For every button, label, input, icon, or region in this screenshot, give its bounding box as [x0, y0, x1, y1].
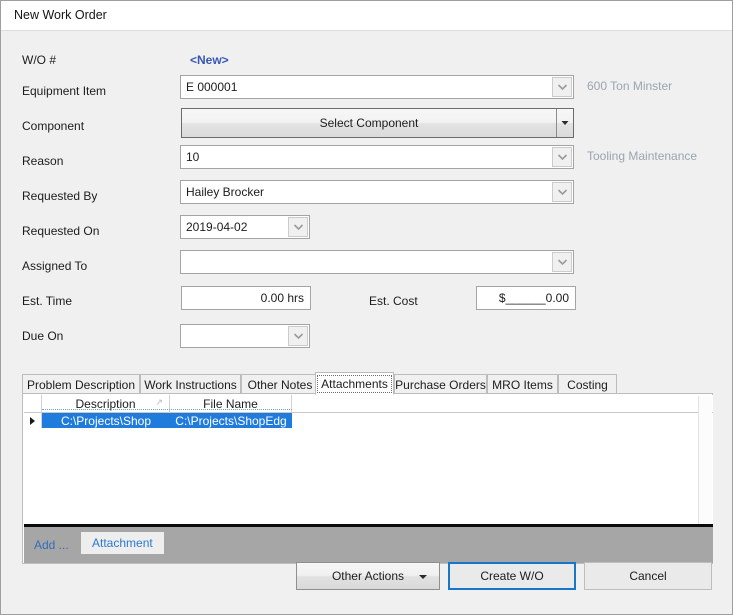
- component-dropdown-arrow-icon[interactable]: [557, 109, 573, 137]
- equipment-item-value: E 000001: [186, 80, 238, 94]
- row-focus-outline: [42, 409, 292, 410]
- tab-label: Attachments: [317, 374, 392, 393]
- cancel-label: Cancel: [629, 569, 667, 583]
- requested-on-datepicker[interactable]: 2019-04-02: [180, 215, 310, 239]
- chevron-down-icon[interactable]: [552, 182, 572, 202]
- column-header-file-name[interactable]: File Name: [170, 395, 292, 413]
- reason-label: Reason: [22, 154, 64, 168]
- chevron-down-icon[interactable]: [552, 77, 572, 97]
- equipment-item-label: Equipment Item: [22, 84, 107, 98]
- assigned-to-combobox[interactable]: [180, 250, 574, 274]
- tab-attachments[interactable]: Attachments: [315, 372, 394, 395]
- attachments-grid-header: Description ↗ File Name: [24, 395, 713, 413]
- window-titlebar: New Work Order: [1, 1, 732, 31]
- grid-corner-header[interactable]: [24, 395, 42, 413]
- chevron-down-icon[interactable]: [288, 217, 308, 237]
- tab-label: MRO Items: [492, 377, 553, 392]
- tab-costing[interactable]: Costing: [558, 374, 617, 394]
- attachments-grid[interactable]: Description ↗ File Name C:\Projects\Shop…: [24, 395, 713, 524]
- select-component-splitbutton[interactable]: Select Component: [181, 108, 574, 138]
- sort-ascending-icon: ↗: [155, 397, 163, 407]
- cell-description[interactable]: C:\Projects\Shop: [42, 413, 170, 428]
- column-header-filler: [292, 395, 713, 413]
- create-wo-label: Create W/O: [480, 569, 544, 583]
- requested-by-combobox[interactable]: Hailey Brocker: [180, 180, 574, 204]
- other-actions-button[interactable]: Other Actions: [296, 562, 440, 590]
- chevron-down-icon[interactable]: [552, 147, 572, 167]
- table-row[interactable]: C:\Projects\Shop C:\Projects\ShopEdg: [24, 413, 713, 428]
- select-component-button[interactable]: Select Component: [182, 109, 556, 137]
- add-link[interactable]: Add ...: [34, 538, 69, 552]
- tab-label: Purchase Orders: [395, 377, 486, 392]
- est-time-value: 0.00 hrs: [260, 291, 304, 305]
- tab-mro-items[interactable]: MRO Items: [487, 374, 558, 394]
- tab-purchase-orders[interactable]: Purchase Orders: [394, 374, 487, 394]
- current-row-arrow-icon: [30, 416, 35, 425]
- equipment-item-combobox[interactable]: E 000001: [180, 75, 574, 99]
- est-cost-input[interactable]: $______0.00: [476, 286, 576, 310]
- due-on-datepicker[interactable]: [180, 324, 310, 348]
- tab-other-notes[interactable]: Other Notes: [241, 374, 319, 394]
- grid-vertical-scrollbar[interactable]: [698, 396, 712, 524]
- other-actions-label: Other Actions: [331, 569, 405, 583]
- column-header-description[interactable]: Description ↗: [42, 395, 170, 413]
- reason-value: 10: [186, 150, 200, 164]
- work-order-form: W/O # <New> Equipment Item E 000001 600 …: [1, 31, 732, 614]
- attachments-tab-page: Description ↗ File Name C:\Projects\Shop…: [22, 393, 713, 564]
- est-time-label: Est. Time: [22, 294, 73, 308]
- new-work-order-window: New Work Order W/O # <New> Equipment Ite…: [0, 0, 733, 615]
- tab-work-instructions[interactable]: Work Instructions: [140, 374, 241, 394]
- assigned-to-label: Assigned To: [22, 259, 88, 273]
- create-wo-button[interactable]: Create W/O: [448, 562, 576, 590]
- requested-on-value: 2019-04-02: [186, 220, 248, 234]
- tab-label: Work Instructions: [144, 377, 237, 392]
- est-cost-label: Est. Cost: [369, 294, 418, 308]
- requested-on-label: Requested On: [22, 224, 100, 238]
- chevron-down-icon[interactable]: [288, 326, 308, 346]
- window-title: New Work Order: [14, 8, 107, 22]
- reason-combobox[interactable]: 10: [180, 145, 574, 169]
- due-on-label: Due On: [22, 329, 64, 343]
- tab-problem-description[interactable]: Problem Description: [22, 374, 140, 394]
- equipment-item-note: 600 Ton Minster: [587, 79, 673, 93]
- row-selector[interactable]: [24, 413, 42, 428]
- attachments-action-strip: Add ... Attachment: [24, 527, 713, 563]
- requested-by-value: Hailey Brocker: [186, 185, 265, 199]
- est-cost-value: $______0.00: [498, 291, 569, 305]
- component-label: Component: [22, 119, 85, 133]
- reason-note: Tooling Maintenance: [587, 149, 698, 163]
- chevron-down-icon[interactable]: [552, 252, 572, 272]
- wo-number-label: W/O #: [22, 53, 57, 67]
- est-time-input[interactable]: 0.00 hrs: [181, 286, 311, 310]
- cancel-button[interactable]: Cancel: [584, 562, 712, 590]
- tab-label: Costing: [567, 377, 608, 392]
- cell-file-name[interactable]: C:\Projects\ShopEdg: [170, 413, 292, 428]
- tabstrip: Problem Description Work Instructions Ot…: [22, 372, 713, 395]
- tab-label: Other Notes: [247, 377, 313, 392]
- chevron-down-icon: [419, 575, 427, 579]
- wo-number-value: <New>: [190, 53, 229, 67]
- requested-by-label: Requested By: [22, 189, 98, 203]
- tab-label: Problem Description: [26, 377, 136, 392]
- attachment-button[interactable]: Attachment: [81, 532, 164, 554]
